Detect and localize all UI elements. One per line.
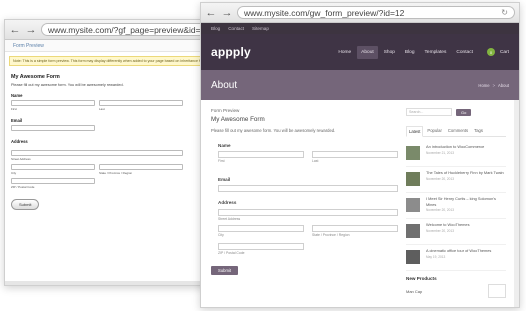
- zip-input[interactable]: [218, 243, 304, 250]
- city-input[interactable]: [218, 225, 304, 232]
- site-logo[interactable]: appply: [211, 45, 251, 59]
- back-submit-button[interactable]: Submit: [11, 199, 40, 210]
- cart-link[interactable]: Cart: [500, 50, 509, 55]
- back-last-sublabel: Last: [99, 107, 105, 111]
- post-date: November 20, 2013: [426, 208, 454, 212]
- last-sublabel: Last: [312, 159, 319, 163]
- breadcrumb-current: About: [498, 82, 509, 88]
- post-title[interactable]: Welcome to WooThemes: [426, 222, 470, 228]
- nav-item-home[interactable]: Home: [334, 46, 355, 59]
- address-label: Address: [218, 200, 237, 205]
- last-name-input[interactable]: [312, 151, 398, 158]
- sidebar: Search... Go Latest Popular Comments Tag…: [406, 108, 506, 298]
- cart-count-badge[interactable]: 0: [486, 48, 495, 56]
- post-thumbnail: [406, 250, 420, 264]
- page-content: Form Preview My Awesome Form Please fill…: [201, 100, 519, 307]
- front-url-text: www.mysite.com/gw_form_preview/?id=12: [244, 7, 405, 18]
- street-address-input[interactable]: [218, 209, 398, 216]
- tab-popular[interactable]: Popular: [425, 126, 443, 136]
- new-product-item[interactable]: Man Cap: [406, 284, 506, 298]
- post-thumbnail: [406, 172, 420, 186]
- nav-item-blog[interactable]: Blog: [401, 46, 419, 59]
- tab-comments[interactable]: Comments: [446, 126, 470, 136]
- page-scrollbar[interactable]: [514, 100, 519, 307]
- main-nav: Home About Shop Blog Templates Contact 0…: [334, 45, 509, 59]
- back-zip-input[interactable]: [11, 178, 95, 184]
- name-label: Name: [218, 143, 231, 148]
- back-city-input[interactable]: [11, 164, 95, 170]
- page-title: About: [211, 79, 238, 91]
- front-browser-toolbar: ← → www.mysite.com/gw_form_preview/?id=1…: [201, 3, 519, 23]
- email-label: Email: [218, 177, 231, 182]
- front-address-bar[interactable]: www.mysite.com/gw_form_preview/?id=12 ↻: [237, 6, 515, 19]
- back-first-name-input[interactable]: [11, 100, 95, 106]
- topbar-link-blog[interactable]: Blog: [211, 26, 220, 31]
- state-input[interactable]: [312, 225, 398, 232]
- state-sublabel: State / Province / Region: [312, 233, 350, 237]
- reload-icon[interactable]: ↻: [501, 8, 508, 17]
- front-browser-window: ← → www.mysite.com/gw_form_preview/?id=1…: [200, 2, 520, 308]
- back-street-input[interactable]: [11, 150, 183, 156]
- post-date: November 20, 2013: [426, 176, 454, 181]
- post-date: November 21, 2013: [426, 150, 454, 155]
- site-top-bar: Blog Contact Sitemap: [201, 23, 519, 34]
- topbar-link-sitemap[interactable]: Sitemap: [252, 26, 269, 31]
- post-date: May 19, 2013: [426, 254, 446, 259]
- list-item[interactable]: A cinematic office tour of WooThemes May…: [406, 245, 506, 271]
- tab-latest[interactable]: Latest: [406, 126, 424, 137]
- forward-arrow-icon[interactable]: →: [221, 7, 233, 19]
- back-email-input[interactable]: [11, 125, 95, 131]
- form-preview-label: Form Preview: [211, 108, 240, 113]
- forward-arrow-icon[interactable]: →: [25, 24, 37, 36]
- street-sublabel: Street Address: [218, 217, 241, 221]
- zip-sublabel: ZIP / Postal Code: [218, 251, 245, 255]
- list-item[interactable]: The Tales of Huckleberry Finn by Mark Tw…: [406, 167, 506, 193]
- post-title[interactable]: I Meet Sir Henry Curtis – king Solomon's…: [426, 196, 506, 207]
- search-input[interactable]: Search...: [406, 108, 452, 116]
- tab-tags[interactable]: Tags: [472, 126, 485, 136]
- search-go-button[interactable]: Go: [456, 108, 472, 116]
- back-state-sublabel: State / Province / Region: [99, 171, 133, 175]
- back-arrow-icon[interactable]: ←: [205, 7, 217, 19]
- list-item[interactable]: An introduction to WooCommerce November …: [406, 141, 506, 167]
- sidebar-tabs: Latest Popular Comments Tags: [406, 126, 506, 137]
- back-state-input[interactable]: [99, 164, 183, 170]
- new-product-name[interactable]: Man Cap: [406, 289, 422, 294]
- new-products-heading: New Products: [406, 276, 437, 281]
- back-city-sublabel: City: [11, 171, 17, 175]
- post-thumbnail: [406, 146, 420, 160]
- latest-posts-list: An introduction to WooCommerce November …: [406, 141, 506, 271]
- topbar-link-contact[interactable]: Contact: [228, 26, 244, 31]
- nav-item-contact[interactable]: Contact: [452, 46, 477, 59]
- form-description: Please fill out my awesome form. You wil…: [211, 128, 336, 133]
- breadcrumb-separator-icon: >: [492, 82, 496, 88]
- page-hero: About Home > About: [201, 70, 519, 100]
- first-sublabel: First: [218, 159, 225, 163]
- product-thumbnail: [488, 284, 506, 298]
- breadcrumb: Home > About: [478, 83, 509, 88]
- email-input[interactable]: [218, 185, 398, 192]
- list-item[interactable]: I Meet Sir Henry Curtis – king Solomon's…: [406, 193, 506, 219]
- post-title[interactable]: An introduction to WooCommerce: [426, 144, 484, 150]
- back-arrow-icon[interactable]: ←: [9, 24, 21, 36]
- site-header: appply Home About Shop Blog Templates Co…: [201, 34, 519, 70]
- first-name-input[interactable]: [218, 151, 304, 158]
- submit-button[interactable]: Submit: [211, 266, 239, 275]
- back-last-name-input[interactable]: [99, 100, 183, 106]
- back-first-sublabel: First: [11, 107, 17, 111]
- form-title: My Awesome Form: [211, 116, 265, 123]
- breadcrumb-home[interactable]: Home: [478, 83, 489, 88]
- nav-item-about[interactable]: About: [357, 45, 378, 59]
- city-sublabel: City: [218, 233, 224, 237]
- post-title[interactable]: The Tales of Huckleberry Finn by Mark Tw…: [426, 170, 504, 176]
- post-date: November 20, 2013: [426, 228, 454, 233]
- list-item[interactable]: Welcome to WooThemes November 20, 2013: [406, 219, 506, 245]
- post-thumbnail: [406, 198, 420, 212]
- nav-item-shop[interactable]: Shop: [380, 46, 399, 59]
- form-column: Form Preview My Awesome Form Please fill…: [211, 108, 401, 277]
- post-thumbnail: [406, 224, 420, 238]
- form-fields: Name First Last Email Address Street Add…: [211, 143, 401, 255]
- post-title[interactable]: A cinematic office tour of WooThemes: [426, 248, 491, 254]
- nav-item-templates[interactable]: Templates: [421, 46, 451, 59]
